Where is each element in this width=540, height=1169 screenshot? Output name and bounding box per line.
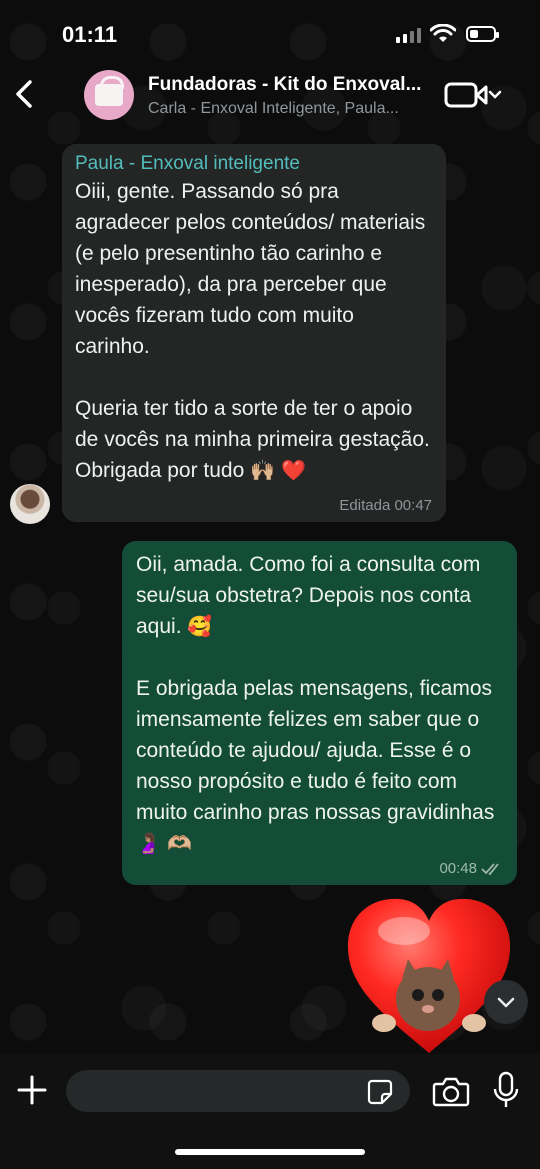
chevron-down-icon (497, 997, 515, 1008)
group-participants[interactable]: Carla - Enxoval Inteligente, Paula... (148, 100, 423, 118)
outgoing-message[interactable]: Oii, amada. Como foi a consulta com seu/… (122, 541, 517, 885)
back-chevron-icon[interactable] (10, 76, 40, 112)
incoming-message[interactable]: Paula - Enxoval inteligente Oiii, gente.… (62, 144, 446, 522)
message-emojis: 🤰🏽 🫶🏼 (136, 831, 193, 855)
battery-icon (466, 26, 499, 42)
message-text: E obrigada pelas mensagens, ficamos imen… (136, 677, 498, 824)
message-emoji: 🥰 (187, 614, 213, 638)
sender-name[interactable]: Paula - Enxoval inteligente (75, 152, 433, 176)
home-indicator (175, 1149, 365, 1155)
cellular-signal-icon (396, 28, 421, 43)
message-emojis: 🙌🏼 ❤️ (250, 458, 307, 482)
scroll-to-bottom-button[interactable] (484, 980, 528, 1024)
message-input[interactable] (66, 1070, 410, 1112)
plus-icon[interactable] (14, 1072, 50, 1108)
contact-avatar[interactable] (10, 484, 50, 524)
chat-header: Fundadoras - Kit do Enxoval... Carla - E… (0, 62, 540, 128)
message-time: 00:48 (439, 860, 477, 877)
status-time: 01:11 (62, 22, 118, 47)
wifi-icon (430, 24, 456, 42)
message-meta: Editada 00:47 (339, 497, 432, 514)
sticker-icon[interactable] (366, 1078, 394, 1106)
group-title[interactable]: Fundadoras - Kit do Enxoval... (148, 74, 433, 96)
heart-cat-sticker[interactable] (344, 895, 514, 1057)
message-meta: 00:48 (439, 860, 503, 877)
message-text: Oiii, gente. Passando só pra agradecer p… (75, 180, 430, 482)
microphone-icon[interactable] (490, 1070, 522, 1110)
group-avatar[interactable] (84, 70, 134, 120)
video-call-icon[interactable] (444, 80, 504, 110)
status-bar: 01:11 (0, 0, 540, 70)
double-check-icon (481, 862, 499, 875)
camera-icon[interactable] (432, 1074, 470, 1108)
